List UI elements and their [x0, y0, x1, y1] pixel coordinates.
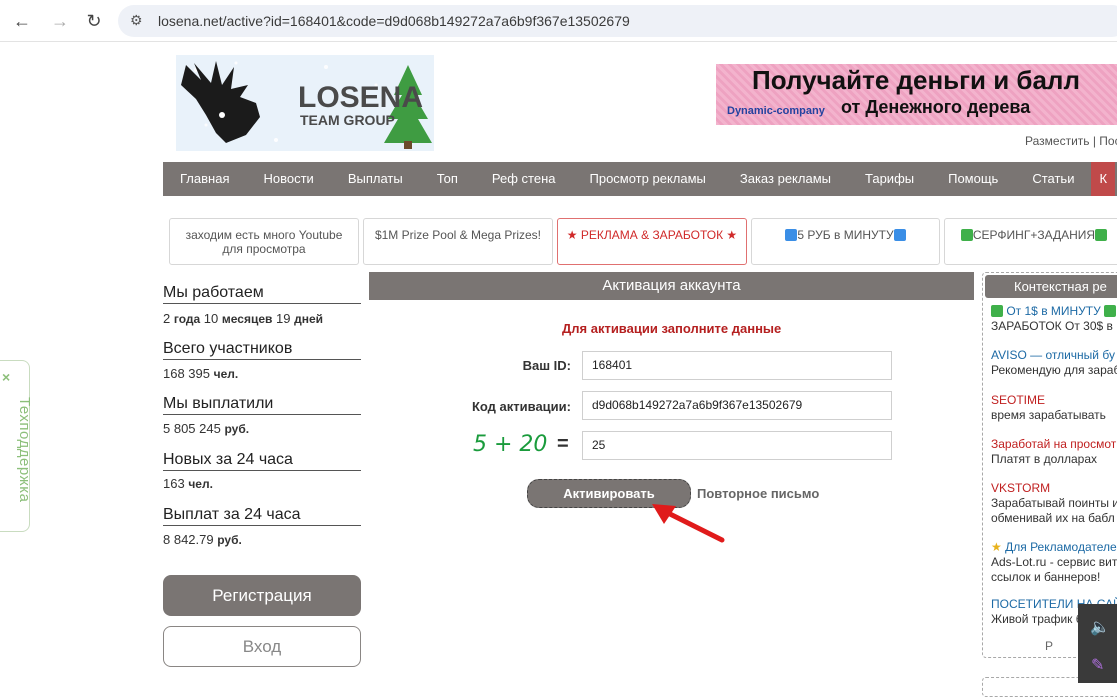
site-logo[interactable]: LOSENA TEAM GROUP [176, 55, 434, 151]
context-ad-desc: Ads-Lot.ru - сервис вит [991, 555, 1117, 569]
ad-banner[interactable]: Получайте деньги и балл Dynamic-company … [716, 64, 1117, 125]
id-label: Ваш ID: [522, 358, 571, 373]
context-ad-desc: Платят в долларах [991, 452, 1098, 466]
context-ad-link[interactable]: Для Рекламодателе [1005, 540, 1117, 554]
stat-working-label: Мы работаем [163, 284, 361, 304]
ad-tile-text: СЕРФИНГ+ЗАДАНИЯ [972, 228, 1096, 242]
stat-payouts24-label: Выплат за 24 часа [163, 506, 361, 526]
menu-item-tariffs[interactable]: Тарифы [848, 162, 931, 196]
context-ad-item[interactable]: От 1$ в МИНУТУ ЗАРАБОТОК От 30$ в [991, 304, 1117, 334]
support-close-icon[interactable]: × [2, 369, 10, 385]
banner-company: Dynamic-company [727, 105, 825, 117]
stat-new24-label: Новых за 24 часа [163, 451, 361, 471]
context-ad-desc: Зарабатывай поинты и [991, 496, 1117, 510]
form-note: Для активации заполните данные [562, 321, 782, 336]
ad-tile[interactable]: $1M Prize Pool & Mega Prizes! [363, 218, 553, 265]
ad-tile-text: заходим есть много Youtube для просмотра [185, 228, 343, 256]
checkbox-icon [893, 229, 906, 241]
support-label: Техподдержка [16, 397, 33, 503]
context-ads-title: Контекстная ре [985, 275, 1117, 298]
menu-item-extra[interactable]: К [1091, 162, 1116, 196]
context-ad-desc: ЗАРАБОТОК От 30$ в [991, 319, 1113, 333]
context-ad-link[interactable]: AVISO — отличный бу [991, 348, 1115, 362]
banner-subline: от Денежного дерева [841, 97, 1031, 117]
ad-tile-text: ★ РЕКЛАМА & ЗАРАБОТОК ★ [566, 228, 738, 242]
captcha-image: 5 + 20 [473, 432, 548, 457]
login-button[interactable]: Вход [163, 626, 361, 667]
checkbox-icon [960, 229, 973, 241]
context-ad-item[interactable]: ★ Для Рекламодателе Ads-Lot.ru - сервис … [991, 540, 1117, 585]
form-title: Активация аккаунта [369, 272, 974, 300]
stat-members-value: 168 395 чел. [163, 366, 239, 381]
support-tab[interactable]: × Техподдержка [0, 360, 33, 532]
stat-members-label: Всего участников [163, 340, 361, 360]
pen-icon[interactable]: ✎ [1091, 655, 1104, 675]
ad-tile[interactable]: ★ РЕКЛАМА & ЗАРАБОТОК ★ [557, 218, 747, 265]
speaker-icon[interactable]: 🔈 [1090, 617, 1110, 637]
pointer-arrow-icon [652, 504, 725, 543]
checkbox-icon [1095, 229, 1108, 241]
logo-subtitle: TEAM GROUP [300, 112, 395, 128]
site-settings-icon[interactable]: ⚙ [130, 12, 143, 29]
checkbox-icon [991, 305, 1003, 317]
logo-title: LOSENA [298, 81, 423, 114]
context-ad-link[interactable]: SEOTIME [991, 393, 1045, 407]
context-ad-desc: ссылок и баннеров! [991, 570, 1101, 584]
context-ad-desc: обменивай их на бабл [991, 511, 1115, 525]
banner-headline: Получайте деньги и балл [752, 65, 1080, 95]
browser-toolbar: ← → ↻ ⚙ losena.net/active?id=168401&code… [0, 0, 1117, 42]
context-ad-link[interactable]: Заработай на просмот [991, 437, 1116, 451]
ad-tile-text: $1M Prize Pool & Mega Prizes! [374, 228, 542, 242]
place-ad-links[interactable]: Разместить | Пос [1025, 134, 1117, 148]
stat-paid-label: Мы выплатили [163, 395, 361, 415]
context-ad-item[interactable]: VKSTORM Зарабатывай поинты и обменивай и… [991, 481, 1117, 526]
id-field[interactable]: 168401 [582, 351, 892, 380]
context-ads-more[interactable]: Р [1045, 639, 1053, 653]
register-button[interactable]: Регистрация [163, 575, 361, 616]
menu-item-ref-wall[interactable]: Реф стена [475, 162, 573, 196]
context-ad-item[interactable]: AVISO — отличный бу Рекомендую для зараб [991, 348, 1117, 378]
context-ad-desc: Рекомендую для зараб [991, 363, 1117, 377]
menu-item-top[interactable]: Топ [420, 162, 475, 196]
menu-item-help[interactable]: Помощь [931, 162, 1015, 196]
menu-item-view-ads[interactable]: Просмотр рекламы [573, 162, 723, 196]
context-ad-link[interactable]: От 1$ в МИНУТУ [1006, 304, 1100, 318]
ad-tile[interactable]: заходим есть много Youtube для просмотра [169, 218, 359, 265]
stat-working-value: 2 года 10 месяцев 19 дней [163, 311, 324, 326]
stat-payouts24-value: 8 842.79 руб. [163, 532, 242, 547]
address-bar[interactable]: ⚙ losena.net/active?id=168401&code=d9d06… [118, 5, 1117, 37]
captcha-equals: = [557, 433, 569, 455]
stat-paid-value: 5 805 245 руб. [163, 421, 250, 436]
ad-tile[interactable]: 5 РУБ в МИНУТУ [751, 218, 940, 265]
menu-item-news[interactable]: Новости [246, 162, 330, 196]
checkbox-icon [1104, 305, 1117, 317]
forward-arrow-icon[interactable]: → [48, 9, 72, 33]
context-ad-desc: время зарабатывать [991, 408, 1106, 422]
main-menu: Главная Новости Выплаты Топ Реф стена Пр… [163, 162, 1117, 196]
context-ad-desc: Живой трафик б [991, 612, 1083, 626]
stat-new24-value: 163 чел. [163, 476, 213, 491]
ad-tile[interactable]: СЕРФИНГ+ЗАДАНИЯ [944, 218, 1117, 265]
url-text: losena.net/active?id=168401&code=d9d068b… [158, 13, 630, 29]
menu-item-order-ads[interactable]: Заказ рекламы [723, 162, 848, 196]
reload-icon[interactable]: ↻ [82, 9, 106, 33]
captcha-answer-field[interactable]: 25 [582, 431, 892, 460]
context-ad-item[interactable]: Заработай на просмот Платят в долларах [991, 437, 1116, 467]
menu-item-home[interactable]: Главная [163, 162, 246, 196]
menu-item-payouts[interactable]: Выплаты [331, 162, 420, 196]
code-label: Код активации: [471, 399, 571, 414]
back-arrow-icon[interactable]: ← [10, 9, 34, 33]
checkbox-icon [785, 229, 798, 241]
activation-code-field[interactable]: d9d068b149272a7a6b9f367e13502679 [582, 391, 892, 420]
context-ad-link[interactable]: VKSTORM [991, 481, 1050, 495]
context-ad-item[interactable]: SEOTIME время зарабатывать [991, 393, 1106, 423]
menu-item-articles[interactable]: Статьи [1015, 162, 1091, 196]
ad-tile-text: 5 РУБ в МИНУТУ [797, 228, 894, 242]
star-icon: ★ [991, 540, 1002, 554]
